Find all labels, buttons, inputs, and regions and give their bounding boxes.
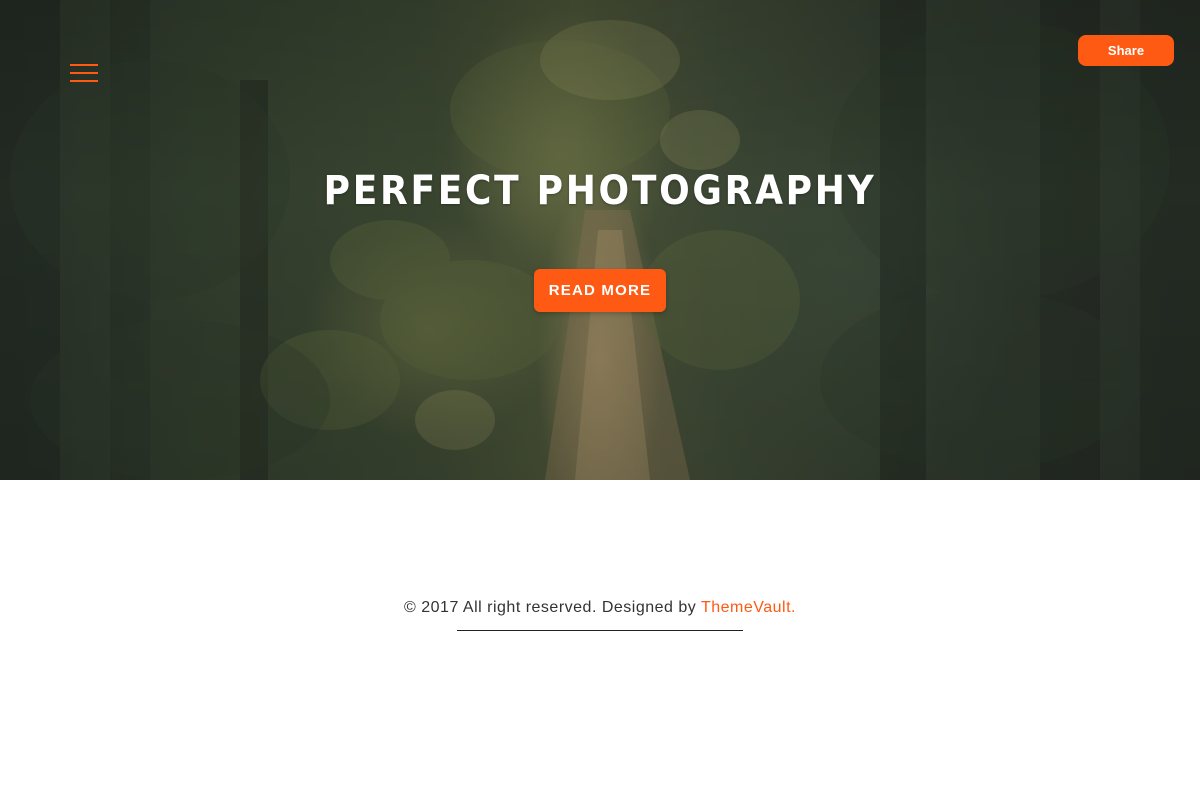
menu-line [70, 64, 98, 66]
hero-section: Share PERFECT PHOTOGRAPHY READ MORE [0, 0, 1200, 480]
themevault-link[interactable]: ThemeVault. [701, 599, 796, 616]
menu-line [70, 80, 98, 82]
copyright-text: © 2017 All right reserved. Designed by T… [0, 599, 1200, 617]
copyright-label: © 2017 All right reserved. Designed by [404, 599, 701, 616]
footer: © 2017 All right reserved. Designed by T… [0, 480, 1200, 800]
hero-title: PERFECT PHOTOGRAPHY [323, 168, 877, 214]
footer-divider [457, 630, 743, 631]
read-more-button[interactable]: READ MORE [534, 269, 666, 312]
menu-line [70, 72, 98, 74]
share-button[interactable]: Share [1078, 35, 1174, 66]
hero-overlay [0, 0, 1200, 480]
hamburger-menu-icon[interactable] [70, 64, 98, 86]
